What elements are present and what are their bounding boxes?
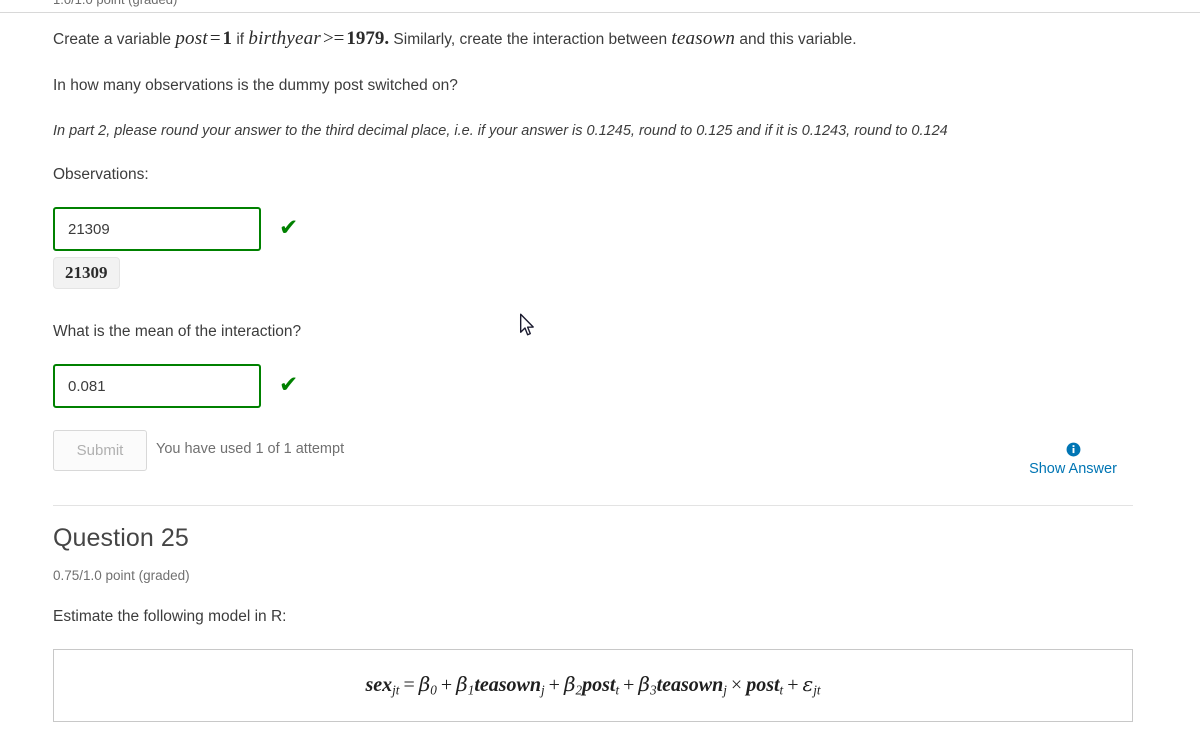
math-year: 1979.: [346, 28, 390, 49]
prompt-create-suffix-a: Similarly, create the interaction betwee…: [389, 31, 672, 48]
eq-beta0: β: [418, 672, 431, 697]
eq-lhs-var: sex: [365, 674, 393, 697]
eq-epsilon: ε: [802, 672, 814, 697]
eq-plus-3: +: [623, 674, 635, 697]
prompt-create-variable: Create a variable post = 1 if birthyear >= 1…: [53, 29, 857, 50]
math-birthyear: birthyear: [248, 28, 321, 49]
prompt-create-suffix-b: and this variable.: [735, 31, 857, 48]
eq-beta3-sub: 3: [649, 682, 657, 698]
math-gte: >=: [322, 28, 345, 49]
top-divider: [0, 12, 1200, 13]
submit-button[interactable]: Submit: [53, 430, 147, 471]
math-one: 1: [222, 28, 233, 49]
eq-plus-4: +: [787, 674, 799, 697]
show-answer-block[interactable]: Show Answer: [1003, 442, 1143, 477]
previous-question-points: 1.0/1.0 point (graded): [53, 0, 177, 7]
show-answer-link[interactable]: Show Answer: [1003, 461, 1143, 477]
eq-plus-1: +: [440, 674, 453, 697]
section-divider: [53, 505, 1133, 506]
prompt-if: if: [232, 31, 249, 48]
eq-beta1: β: [456, 672, 468, 697]
eq-epsilon-sub: jt: [813, 682, 821, 698]
math-teasown: teasown: [671, 28, 736, 49]
eq-beta3: β: [638, 672, 650, 697]
check-icon-observations: ✔: [279, 215, 299, 241]
eq-equals: =: [403, 674, 415, 697]
label-observations: Observations:: [53, 166, 149, 183]
prompt-estimate-model: Estimate the following model in R:: [53, 608, 287, 625]
question-points: 0.75/1.0 point (graded): [53, 568, 190, 583]
mean-input[interactable]: [53, 364, 261, 408]
eq-times: ×: [730, 674, 743, 697]
observations-answer-chip: 21309: [53, 257, 120, 289]
eq-term1: teasown: [474, 674, 541, 697]
math-equals: =: [209, 28, 221, 49]
label-mean-interaction: What is the mean of the interaction?: [53, 323, 302, 340]
rounding-note: In part 2, please round your answer to t…: [53, 123, 948, 139]
mouse-cursor: [519, 313, 534, 336]
model-equation: sexjt = β0 + β1teasownj + β2postt + β3teasownj × p…: [365, 672, 820, 699]
prompt-dummy-question: In how many observations is the dummy po…: [53, 77, 458, 94]
eq-term3: teasown: [656, 674, 724, 697]
math-post: post: [175, 28, 208, 49]
prompt-create-prefix: Create a variable: [53, 31, 176, 48]
observations-answer-chip-text: 21309: [65, 263, 108, 282]
eq-term4: post: [746, 674, 780, 697]
eq-beta0-sub: 0: [430, 682, 437, 698]
info-icon: [1066, 442, 1080, 457]
question-title: Question 25: [53, 524, 189, 552]
eq-plus-2: +: [548, 674, 560, 697]
eq-beta2: β: [563, 672, 576, 697]
attempt-counter-text: You have used 1 of 1 attempt: [156, 441, 345, 457]
observations-input[interactable]: [53, 207, 261, 251]
eq-term2: post: [582, 674, 616, 697]
equation-box: sexjt = β0 + β1teasownj + β2postt + β3teasownj × p…: [53, 649, 1133, 722]
check-icon-mean: ✔: [279, 372, 299, 398]
